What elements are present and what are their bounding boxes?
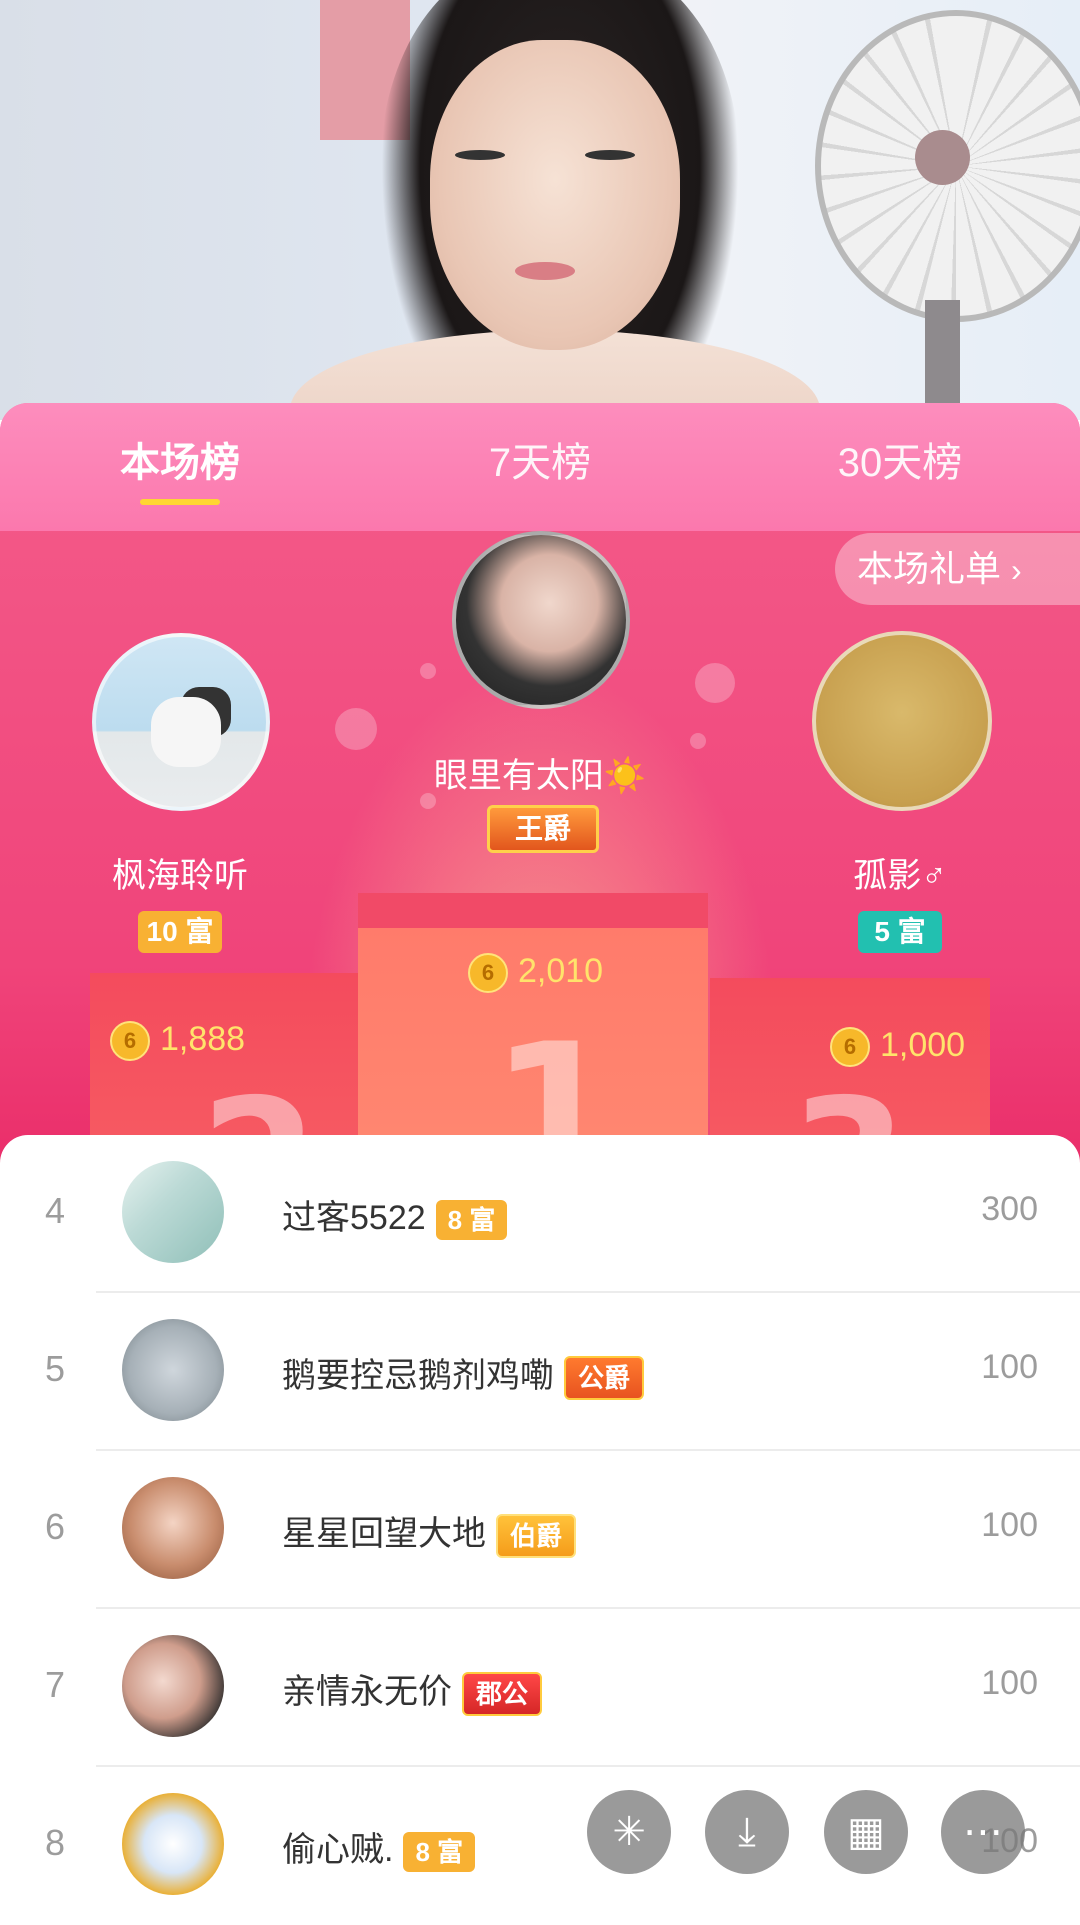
user-name-line: 鹅要控忌鹅剂鸡嘞 公爵 xyxy=(282,1348,645,1401)
streamer-mouth xyxy=(515,262,575,280)
third-place-wealth-badge: 5 富 xyxy=(858,911,942,953)
chevron-right-icon: › xyxy=(1011,552,1022,588)
list-item[interactable]: 6 星星回望大地 伯爵 100 xyxy=(0,1451,1080,1609)
decor-bubble xyxy=(690,733,706,749)
list-item[interactable]: 4 过客5522 8 富 300 xyxy=(0,1135,1080,1293)
second-place-coin-value: 1,888 xyxy=(160,1020,246,1058)
user-name-line: 偷心贼. 8 富 xyxy=(282,1822,476,1873)
decor-bubble xyxy=(420,663,436,679)
ranking-list: 4 过客5522 8 富 300 5 鹅要控忌鹅剂鸡嘞 公爵 100 6 星星回望大… xyxy=(0,1135,1080,1920)
tab-7-days[interactable]: 7天榜 xyxy=(460,433,620,493)
third-place-coin-value: 1,000 xyxy=(880,1026,966,1064)
second-place-name[interactable]: 枫海聆听 xyxy=(30,848,330,897)
second-place-wealth-badge: 10 富 xyxy=(138,911,222,953)
first-place-coin-value: 2,010 xyxy=(518,952,604,990)
ranking-tabs: 本场榜 7天榜 30天榜 xyxy=(0,403,1080,531)
avatar[interactable] xyxy=(122,1319,224,1421)
active-tab-indicator xyxy=(140,499,220,505)
streamer-eye-right xyxy=(585,150,635,160)
rank-number: 5 xyxy=(44,1348,66,1389)
coin-icon: 6 xyxy=(468,953,508,994)
rank-number: 7 xyxy=(44,1664,66,1705)
first-place-name[interactable]: 眼里有太阳☀️ xyxy=(390,748,690,797)
contribution-value: 100 xyxy=(981,1506,1038,1544)
list-item[interactable]: 5 鹅要控忌鹅剂鸡嘞 公爵 100 xyxy=(0,1293,1080,1451)
third-place-coins: 6 1,000 xyxy=(830,1023,966,1068)
contribution-value: 300 xyxy=(981,1190,1038,1228)
download-icon[interactable]: ⤓ xyxy=(705,1790,789,1874)
first-place-title-badge: 王爵 xyxy=(487,805,599,853)
live-video[interactable] xyxy=(0,0,1080,420)
noble-title-badge: 郡公 xyxy=(462,1672,543,1717)
avatar[interactable] xyxy=(122,1161,224,1263)
rank-number: 4 xyxy=(44,1190,66,1231)
wealth-badge: 8 富 xyxy=(435,1200,508,1241)
background-fan-hub xyxy=(915,130,970,185)
coin-icon: 6 xyxy=(830,1027,870,1068)
more-icon[interactable]: ⋯ xyxy=(941,1790,1025,1874)
user-name: 偷心贼. xyxy=(282,1831,394,1869)
second-place-avatar[interactable] xyxy=(92,633,270,811)
contribution-value: 100 xyxy=(981,1664,1038,1702)
first-place-coins: 6 2,010 xyxy=(468,949,604,994)
user-name: 过客5522 xyxy=(282,1199,426,1237)
noble-title-badge: 公爵 xyxy=(564,1356,645,1401)
second-place-coins: 6 1,888 xyxy=(110,1017,246,1062)
streamer-eye-left xyxy=(455,150,505,160)
avatar[interactable] xyxy=(122,1635,224,1737)
avatar[interactable] xyxy=(122,1793,224,1895)
streamer-face xyxy=(430,40,680,350)
sparkle-icon[interactable]: ✳ xyxy=(587,1790,671,1874)
gift-list-label: 本场礼单 xyxy=(857,548,1002,589)
background-fan-stand xyxy=(925,300,960,420)
tab-30-days[interactable]: 30天榜 xyxy=(820,433,980,493)
contribution-value: 100 xyxy=(981,1348,1038,1386)
coin-icon: 6 xyxy=(110,1021,150,1062)
gift-list-button[interactable]: 本场礼单 › xyxy=(835,533,1080,605)
user-name-line: 亲情永无价 郡公 xyxy=(282,1664,543,1717)
user-name: 鹅要控忌鹅剂鸡嘞 xyxy=(282,1357,554,1395)
tab-this-session[interactable]: 本场榜 xyxy=(100,433,260,493)
rank-number: 6 xyxy=(44,1506,66,1547)
first-place-avatar[interactable] xyxy=(452,531,630,709)
user-name: 亲情永无价 xyxy=(282,1673,452,1711)
third-place-name[interactable]: 孤影♂ xyxy=(750,848,1050,897)
rank-number: 8 xyxy=(44,1822,66,1863)
user-name: 星星回望大地 xyxy=(282,1515,486,1553)
third-place-avatar[interactable] xyxy=(812,631,992,811)
decor-bubble xyxy=(335,708,377,750)
avatar[interactable] xyxy=(122,1477,224,1579)
user-name-line: 过客5522 8 富 xyxy=(282,1190,508,1241)
grid-icon[interactable]: ▦ xyxy=(824,1790,908,1874)
user-name-line: 星星回望大地 伯爵 xyxy=(282,1506,577,1559)
noble-title-badge: 伯爵 xyxy=(496,1514,577,1559)
list-item[interactable]: 7 亲情永无价 郡公 100 xyxy=(0,1609,1080,1767)
list-item[interactable]: 8 偷心贼.8 富 100 xyxy=(0,1767,1080,1925)
decor-bubble xyxy=(695,663,735,703)
wealth-badge: 8 富 xyxy=(403,1832,476,1873)
